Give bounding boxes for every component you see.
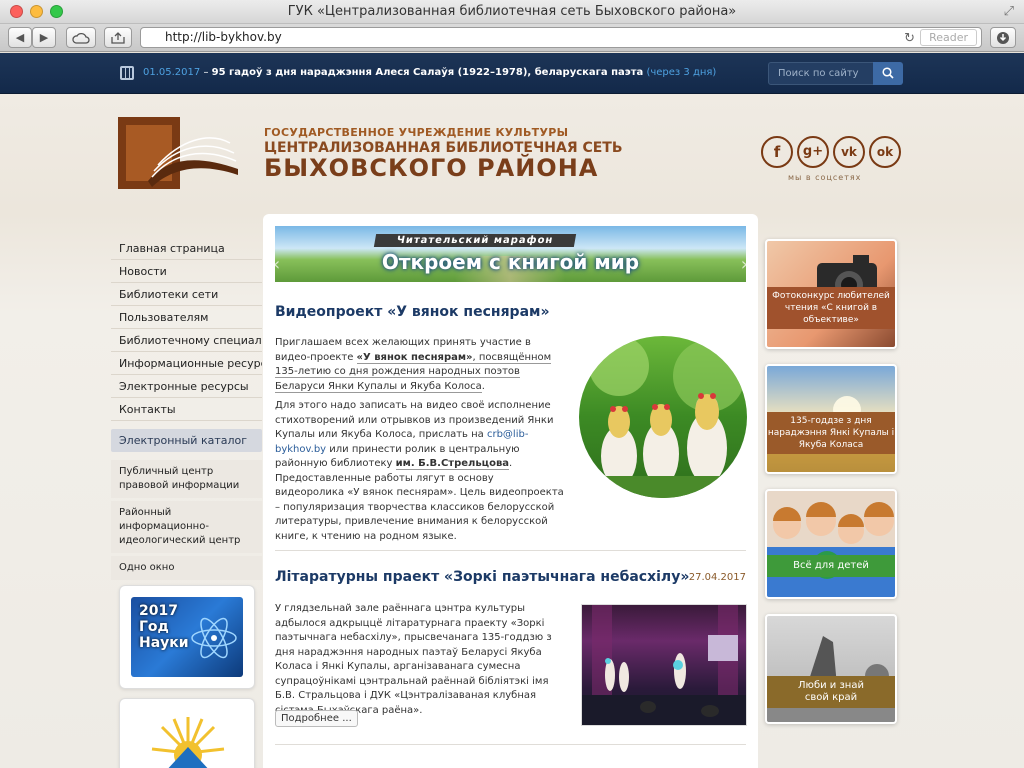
- window-controls: [10, 5, 63, 18]
- googleplus-icon[interactable]: g+: [797, 136, 829, 168]
- back-button[interactable]: ◀: [8, 27, 32, 48]
- slider-title: Откроем с книгой мир: [381, 250, 640, 274]
- banner-children[interactable]: Всё для детей: [765, 489, 897, 599]
- secondary-navigation: Публичный центр правовой информации Райо…: [111, 460, 262, 580]
- web-page: 01.05.2017 – 95 гадоў з дня нараджэння А…: [0, 53, 1024, 768]
- nav-item-e-resources[interactable]: Электронные ресурсы: [111, 375, 262, 398]
- event-ticker[interactable]: 01.05.2017 – 95 гадоў з дня нараджэння А…: [143, 67, 716, 78]
- banner-word2: Науки: [139, 635, 189, 651]
- vk-icon[interactable]: vk: [833, 136, 865, 168]
- banner-word1: Год: [139, 619, 169, 635]
- top-info-bar: 01.05.2017 – 95 гадоў з дня нараджэння А…: [0, 53, 1024, 94]
- main-content: Читательский марафон Откроем с книгой ми…: [263, 214, 758, 768]
- atom-icon: [191, 617, 237, 659]
- banner-caption: Фотоконкурс любителей чтения «С книгой в…: [767, 287, 895, 329]
- event-countdown: (через 3 дня): [646, 67, 717, 78]
- article-paragraph: Приглашаем всех желающих принять участие…: [275, 337, 552, 393]
- article-body: У глядзельнай зале раённага цэнтра культ…: [275, 603, 552, 716]
- nav-item-info-resources[interactable]: Информационные ресурсы: [111, 352, 262, 375]
- zoom-window-button[interactable]: [50, 5, 63, 18]
- org-name-line2: БЫХОВСКОГО РАЙОНА: [264, 154, 599, 182]
- cloud-icon: [72, 32, 90, 44]
- right-banners: Фотоконкурс любителей чтения «С книгой в…: [765, 239, 897, 739]
- article-photo[interactable]: [581, 604, 747, 726]
- nav-item-news[interactable]: Новости: [111, 260, 262, 283]
- forward-button[interactable]: ▶: [32, 27, 56, 48]
- banner-photo-contest[interactable]: Фотоконкурс любителей чтения «С книгой в…: [765, 239, 897, 349]
- search-button[interactable]: [873, 62, 903, 85]
- e-catalog-link[interactable]: Электронный каталог: [111, 429, 262, 452]
- event-date: 01.05.2017: [143, 67, 201, 78]
- nav-item-contacts[interactable]: Контакты: [111, 398, 262, 421]
- nav-item-one-window[interactable]: Одно окно: [111, 556, 262, 580]
- downloads-button[interactable]: [990, 27, 1016, 48]
- article-title[interactable]: Літаратурны праект «Зоркі паэтычнага неб…: [275, 569, 689, 585]
- close-window-button[interactable]: [10, 5, 23, 18]
- browser-toolbar: ◀ ▶ http://lib-bykhov.by ↻ Reader: [0, 24, 1024, 52]
- window-title: ГУК «Централизованная библиотечная сеть …: [287, 4, 737, 19]
- reader-button[interactable]: Reader: [920, 29, 977, 46]
- event-text: 95 гадоў з дня нараджэння Алеся Салаўя (…: [211, 67, 644, 78]
- share-button[interactable]: [104, 27, 132, 48]
- social-caption: мы в соцсетях: [788, 173, 862, 182]
- read-more-button[interactable]: Подробнее ...: [275, 710, 358, 727]
- banner-year: 2017: [139, 603, 178, 619]
- fullscreen-icon[interactable]: ⤢: [1004, 4, 1014, 20]
- banner-caption: Люби и знай свой край: [767, 676, 895, 708]
- share-icon: [111, 32, 125, 44]
- org-type: ГОСУДАРСТВЕННОЕ УЧРЕЖДЕНИЕ КУЛЬТУРЫ: [264, 126, 569, 139]
- odnoklassniki-icon[interactable]: ok: [869, 136, 901, 168]
- address-bar[interactable]: http://lib-bykhov.by ↻ Reader: [140, 27, 982, 48]
- main-navigation: Главная страница Новости Библиотеки сети…: [111, 237, 262, 583]
- article-photo[interactable]: [579, 336, 747, 498]
- calendar-icon: [120, 66, 134, 80]
- year-of-science-banner[interactable]: 2017 Год Науки: [119, 585, 255, 689]
- nav-item-legal-center[interactable]: Публичный центр правовой информации: [111, 460, 262, 498]
- hero-slider[interactable]: Читательский марафон Откроем с книгой ми…: [275, 226, 746, 282]
- sun-logo-icon: [151, 717, 225, 768]
- reload-icon[interactable]: ↻: [904, 29, 915, 48]
- article-divider: [275, 550, 746, 551]
- slider-prev-icon[interactable]: ‹: [275, 254, 280, 275]
- search-input[interactable]: Поиск по сайту: [768, 62, 874, 85]
- slider-header: Читательский марафон: [373, 234, 577, 247]
- article-body: Приглашаем всех желающих принять участие…: [275, 336, 565, 544]
- nav-item-users[interactable]: Пользователям: [111, 306, 262, 329]
- slider-next-icon[interactable]: ›: [741, 254, 746, 275]
- nav-item-specialists[interactable]: Библиотечному специалисту: [111, 329, 262, 352]
- nav-item-libraries[interactable]: Библиотеки сети: [111, 283, 262, 306]
- article-date: 27.04.2017: [688, 572, 746, 583]
- minimize-window-button[interactable]: [30, 5, 43, 18]
- banner-local-history[interactable]: Люби и знай свой край: [765, 614, 897, 724]
- article-paragraph: Для этого надо записать на видео своё ис…: [275, 400, 564, 542]
- icloud-tabs-button[interactable]: [66, 27, 96, 48]
- download-icon: [997, 32, 1009, 44]
- social-links: f g+ vk ok: [761, 136, 901, 168]
- window-titlebar: ГУК «Централизованная библиотечная сеть …: [0, 0, 1024, 24]
- banner-anniversary[interactable]: 135-годдзе з дня нараджэння Янкі Купалы …: [765, 364, 897, 474]
- sun-banner[interactable]: [119, 698, 255, 768]
- year-of-science-image: 2017 Год Науки: [131, 597, 243, 677]
- facebook-icon[interactable]: f: [761, 136, 793, 168]
- article-title[interactable]: Видеопроект «У вянок песнярам»: [275, 304, 550, 320]
- url-text: http://lib-bykhov.by: [165, 30, 282, 44]
- search-icon: [882, 67, 894, 79]
- nav-item-home[interactable]: Главная страница: [111, 237, 262, 260]
- library-logo[interactable]: [118, 117, 243, 191]
- banner-caption: 135-годдзе з дня нараджэння Янкі Купалы …: [767, 412, 895, 454]
- article-divider: [275, 744, 746, 745]
- nav-item-ideology-center[interactable]: Районный информационно-идеологический це…: [111, 501, 262, 553]
- banner-caption: Всё для детей: [767, 555, 895, 577]
